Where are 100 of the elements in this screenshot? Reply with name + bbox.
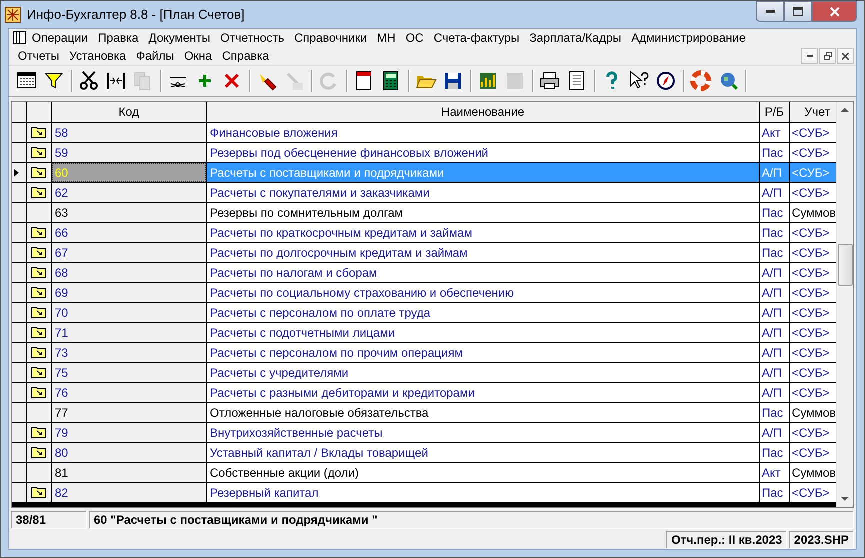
account-cell: <СУБ> [790, 183, 836, 202]
account-cell: Суммов [790, 403, 836, 422]
account-cell: <СУБ> [790, 243, 836, 262]
account-cell: <СУБ> [790, 343, 836, 362]
balance-cell: А/П [760, 363, 789, 382]
balance-cell: А/П [760, 183, 789, 202]
balance-cell: Пас [760, 483, 789, 502]
menu-item[interactable]: Файлы [131, 49, 180, 63]
code-cell: 71 [52, 323, 206, 342]
balance-cell: Акт [760, 123, 789, 142]
code-cell: 63 [52, 203, 206, 222]
account-cell: <СУБ> [790, 163, 836, 182]
account-cell: <СУБ> [790, 323, 836, 342]
menu-item[interactable]: Зарплата/Кадры [524, 31, 626, 45]
name-cell: Расчеты по социальному страхованию и обеспечению [207, 283, 759, 302]
name-cell: Расчеты по налогам и сборам [207, 263, 759, 282]
balance-cell: А/П [760, 163, 789, 182]
account-cell: <СУБ> [790, 143, 836, 162]
balance-cell: Пас [760, 243, 789, 262]
code-cell: 66 [52, 223, 206, 242]
menu-item[interactable]: Отчеты [13, 49, 64, 63]
balance-cell: А/П [760, 423, 789, 442]
name-cell: Внутрихозяйственные расчеты [207, 423, 759, 442]
record-counter: 38/81 [11, 511, 87, 529]
code-cell: 82 [52, 483, 206, 502]
account-cell: <СУБ> [790, 123, 836, 142]
menu-item[interactable]: Счета-фактуры [428, 31, 525, 45]
code-cell: 77 [52, 403, 206, 422]
menu-item[interactable]: Документы [144, 31, 216, 45]
balance-cell: Пас [760, 223, 789, 242]
name-cell: Собственные акции (доли) [207, 463, 759, 482]
menu-item[interactable]: Правка [93, 31, 144, 45]
code-cell: 76 [52, 383, 206, 402]
account-cell: <СУБ> [790, 383, 836, 402]
menu-item[interactable]: Окна [179, 49, 218, 63]
name-cell: Расчеты с поставщиками и подрядчиками [207, 163, 759, 182]
menu-item[interactable]: Отчетность [216, 31, 290, 45]
account-cell: Суммов [790, 203, 836, 222]
code-cell: 81 [52, 463, 206, 482]
account-cell: <СУБ> [790, 283, 836, 302]
name-cell: Уставный капитал / Вклады товарищей [207, 443, 759, 462]
name-cell: Расчеты с подотчетными лицами [207, 323, 759, 342]
code-cell: 69 [52, 283, 206, 302]
name-cell: Резервы по сомнительным долгам [207, 203, 759, 222]
current-record: 60 "Расчеты с поставщиками и подрядчиками " [89, 511, 854, 529]
menu-item[interactable]: Справочники [289, 31, 372, 45]
account-cell: <СУБ> [790, 263, 836, 282]
balance-cell: А/П [760, 303, 789, 322]
balance-cell: Пас [760, 443, 789, 462]
code-cell: 80 [52, 443, 206, 462]
name-cell: Расчеты с персоналом по оплате труда [207, 303, 759, 322]
period-label: Отч.пер.: II кв.2023 [666, 531, 788, 549]
name-cell: Расчеты по долгосрочным кредитам и займам [207, 243, 759, 262]
balance-cell: А/П [760, 343, 789, 362]
code-cell: 70 [52, 303, 206, 322]
balance-cell: А/П [760, 383, 789, 402]
account-cell: <СУБ> [790, 423, 836, 442]
column-header[interactable]: Учет [790, 102, 836, 122]
menu-item[interactable]: МН [372, 31, 401, 45]
name-cell: Резервный капитал [207, 483, 759, 502]
balance-cell: Пас [760, 143, 789, 162]
balance-cell: Пас [760, 203, 789, 222]
name-cell: Финансовые вложения [207, 123, 759, 142]
code-cell: 68 [52, 263, 206, 282]
account-cell: Суммов [790, 463, 836, 482]
name-cell: Расчеты с учредителями [207, 363, 759, 382]
balance-cell: А/П [760, 323, 789, 342]
column-header[interactable]: Наименование [207, 102, 759, 122]
name-cell: Резервы под обесценение финансовых вложений [207, 143, 759, 162]
code-cell: 79 [52, 423, 206, 442]
name-cell: Расчеты с разными дебиторами и кредиторами [207, 383, 759, 402]
code-cell: 58 [52, 123, 206, 142]
name-cell: Отложенные налоговые обязательства [207, 403, 759, 422]
code-cell: 73 [52, 343, 206, 362]
account-cell: <СУБ> [790, 443, 836, 462]
code-cell: 62 [52, 183, 206, 202]
code-cell: 75 [52, 363, 206, 382]
column-header[interactable]: Код [52, 102, 206, 122]
menu-item[interactable]: Операции [27, 31, 94, 45]
file-label: 2023.SHP [789, 531, 854, 549]
menu-item[interactable]: Справка [217, 49, 274, 63]
account-cell: <СУБ> [790, 303, 836, 322]
balance-cell: А/П [760, 283, 789, 302]
code-cell: 67 [52, 243, 206, 262]
name-cell: Расчеты по краткосрочным кредитам и займам [207, 223, 759, 242]
window-title: Инфо-Бухгалтер 8.8 - [План Счетов] [27, 7, 246, 22]
name-cell: Расчеты с покупателями и заказчиками [207, 183, 759, 202]
code-cell: 59 [52, 143, 206, 162]
account-cell: <СУБ> [790, 363, 836, 382]
account-cell: <СУБ> [790, 483, 836, 502]
name-cell: Расчеты с персоналом по прочим операциям [207, 343, 759, 362]
account-cell: <СУБ> [790, 223, 836, 242]
balance-cell: А/П [760, 263, 789, 282]
balance-cell: Акт [760, 463, 789, 482]
balance-cell: Пас [760, 403, 789, 422]
menu-item[interactable]: Установка [64, 49, 132, 63]
column-header[interactable]: Р/Б [760, 102, 789, 122]
menu-item[interactable]: Администрирование [626, 31, 751, 45]
code-cell: 60 [52, 163, 206, 182]
menu-item[interactable]: ОС [400, 31, 429, 45]
